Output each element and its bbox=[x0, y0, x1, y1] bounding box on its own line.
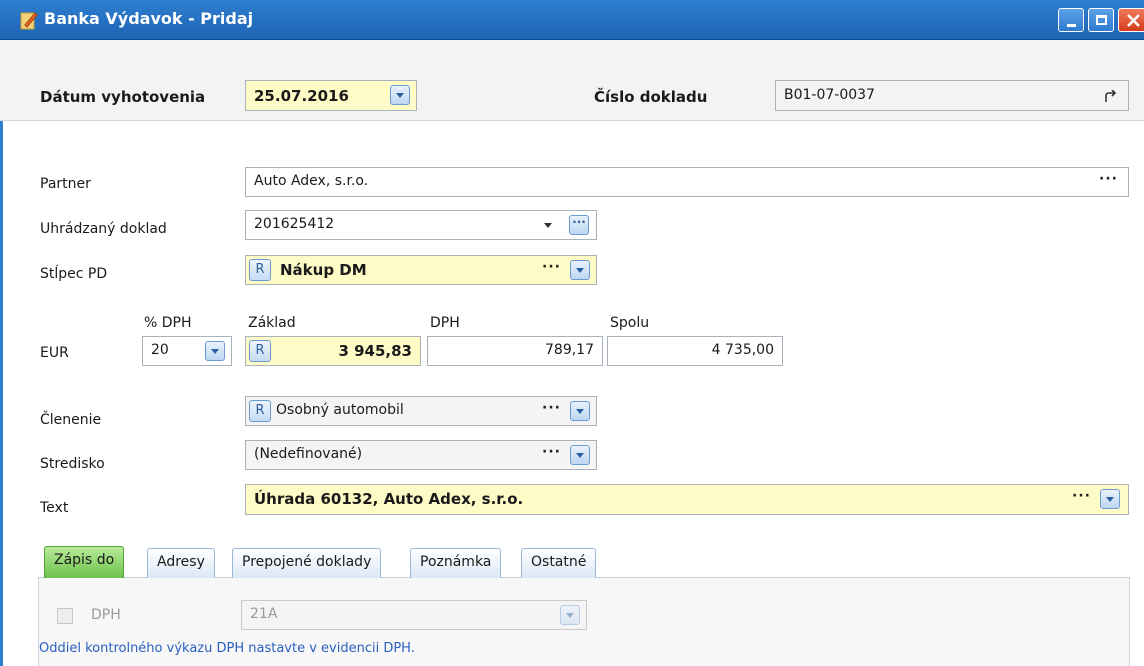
partner-more-button[interactable]: ··· bbox=[1099, 171, 1118, 187]
tab-panel: DPH 21A Oddiel kontrolného výkazu DPH na… bbox=[38, 577, 1130, 666]
close-icon bbox=[1127, 14, 1140, 27]
vat-section-dropdown-button[interactable] bbox=[560, 605, 580, 625]
center-field[interactable]: (Nedefinované) ··· bbox=[245, 440, 597, 470]
vat-section-value: 21A bbox=[250, 606, 278, 622]
maximize-button[interactable] bbox=[1088, 8, 1114, 32]
category-dropdown-button[interactable] bbox=[570, 401, 590, 421]
document-number-field[interactable]: B01-07-0037 bbox=[775, 80, 1129, 111]
center-value: (Nedefinované) bbox=[254, 446, 363, 462]
text-dropdown-button[interactable] bbox=[1100, 489, 1120, 509]
partner-value: Auto Adex, s.r.o. bbox=[254, 173, 369, 189]
r-badge[interactable]: R bbox=[249, 400, 271, 422]
vat-section-select[interactable]: 21A bbox=[241, 600, 587, 630]
category-field[interactable]: R Osobný automobil ··· bbox=[245, 396, 597, 426]
total-header: Spolu bbox=[610, 315, 650, 331]
column-value: Nákup DM bbox=[280, 261, 367, 279]
total-field[interactable]: 4 735,00 bbox=[607, 336, 783, 366]
center-label: Stredisko bbox=[40, 456, 105, 472]
total-value: 4 735,00 bbox=[711, 342, 774, 358]
vat-percent-dropdown-button[interactable] bbox=[205, 341, 225, 361]
window-title: Banka Výdavok - Pridaj bbox=[44, 9, 254, 28]
date-dropdown-button[interactable] bbox=[390, 85, 410, 105]
category-more-button[interactable]: ··· bbox=[542, 400, 561, 416]
document-number-value: B01-07-0037 bbox=[784, 87, 875, 103]
category-label: Členenie bbox=[40, 412, 102, 428]
minimize-button[interactable] bbox=[1058, 8, 1084, 32]
date-field[interactable]: 25.07.2016 bbox=[245, 80, 417, 111]
column-dropdown-button[interactable] bbox=[570, 260, 590, 280]
text-field[interactable]: Úhrada 60132, Auto Adex, s.r.o. ··· bbox=[245, 484, 1129, 515]
document-number-label: Číslo dokladu bbox=[594, 88, 708, 106]
paid-document-label: Uhrádzaný doklad bbox=[40, 221, 167, 237]
currency-label: EUR bbox=[40, 345, 69, 361]
paid-document-field[interactable]: 201625412 ··· bbox=[245, 210, 597, 240]
vat-header: DPH bbox=[430, 315, 460, 331]
tab-poznamka[interactable]: Poznámka bbox=[410, 548, 502, 578]
vat-percent-field[interactable]: 20 bbox=[142, 336, 232, 366]
tab-prepojene-doklady[interactable]: Prepojené doklady bbox=[232, 548, 382, 578]
tab-ostatne[interactable]: Ostatné bbox=[521, 548, 597, 578]
text-value: Úhrada 60132, Auto Adex, s.r.o. bbox=[254, 490, 524, 508]
text-label: Text bbox=[40, 500, 69, 516]
partner-field[interactable]: Auto Adex, s.r.o. ··· bbox=[245, 167, 1129, 197]
vat-checkbox-label: DPH bbox=[91, 607, 121, 623]
maximize-icon bbox=[1096, 15, 1107, 25]
partner-label: Partner bbox=[40, 176, 91, 192]
paid-document-value: 201625412 bbox=[254, 216, 335, 232]
close-button[interactable] bbox=[1118, 8, 1144, 32]
minimize-icon bbox=[1067, 24, 1076, 27]
pencil-icon bbox=[20, 12, 38, 30]
category-value: Osobný automobil bbox=[276, 402, 404, 418]
r-badge[interactable]: R bbox=[249, 340, 271, 362]
column-more-button[interactable]: ··· bbox=[542, 259, 561, 275]
center-dropdown-button[interactable] bbox=[570, 445, 590, 465]
tab-zapis-do[interactable]: Zápis do bbox=[44, 546, 125, 578]
window-border bbox=[0, 40, 3, 666]
tab-adresy[interactable]: Adresy bbox=[147, 548, 215, 578]
column-label: Stĺpec PD bbox=[40, 266, 108, 282]
vat-percent-header: % DPH bbox=[144, 315, 192, 331]
paid-document-more-button[interactable]: ··· bbox=[569, 215, 589, 235]
vat-amount-field[interactable]: 789,17 bbox=[427, 336, 603, 366]
document-header: Dátum vyhotovenia 25.07.2016 Číslo dokla… bbox=[0, 40, 1144, 121]
vat-amount-value: 789,17 bbox=[545, 342, 594, 358]
window-title-bar: Banka Výdavok - Pridaj bbox=[0, 0, 1144, 40]
vat-section-note: Oddiel kontrolného výkazu DPH nastavte v… bbox=[39, 641, 415, 656]
base-value: 3 945,83 bbox=[338, 342, 412, 360]
r-badge[interactable]: R bbox=[249, 259, 271, 281]
text-more-button[interactable]: ··· bbox=[1072, 488, 1091, 504]
date-value: 25.07.2016 bbox=[254, 87, 349, 105]
vat-percent-value: 20 bbox=[151, 342, 169, 358]
date-label: Dátum vyhotovenia bbox=[40, 88, 206, 106]
vat-checkbox[interactable] bbox=[57, 608, 73, 624]
center-more-button[interactable]: ··· bbox=[542, 444, 561, 460]
column-field[interactable]: R Nákup DM ··· bbox=[245, 255, 597, 285]
base-field[interactable]: R 3 945,83 bbox=[245, 336, 421, 366]
chevron-down-icon[interactable] bbox=[544, 223, 552, 228]
more-icon: ··· bbox=[572, 215, 586, 229]
base-header: Základ bbox=[248, 315, 296, 331]
refresh-icon[interactable] bbox=[1103, 90, 1117, 103]
